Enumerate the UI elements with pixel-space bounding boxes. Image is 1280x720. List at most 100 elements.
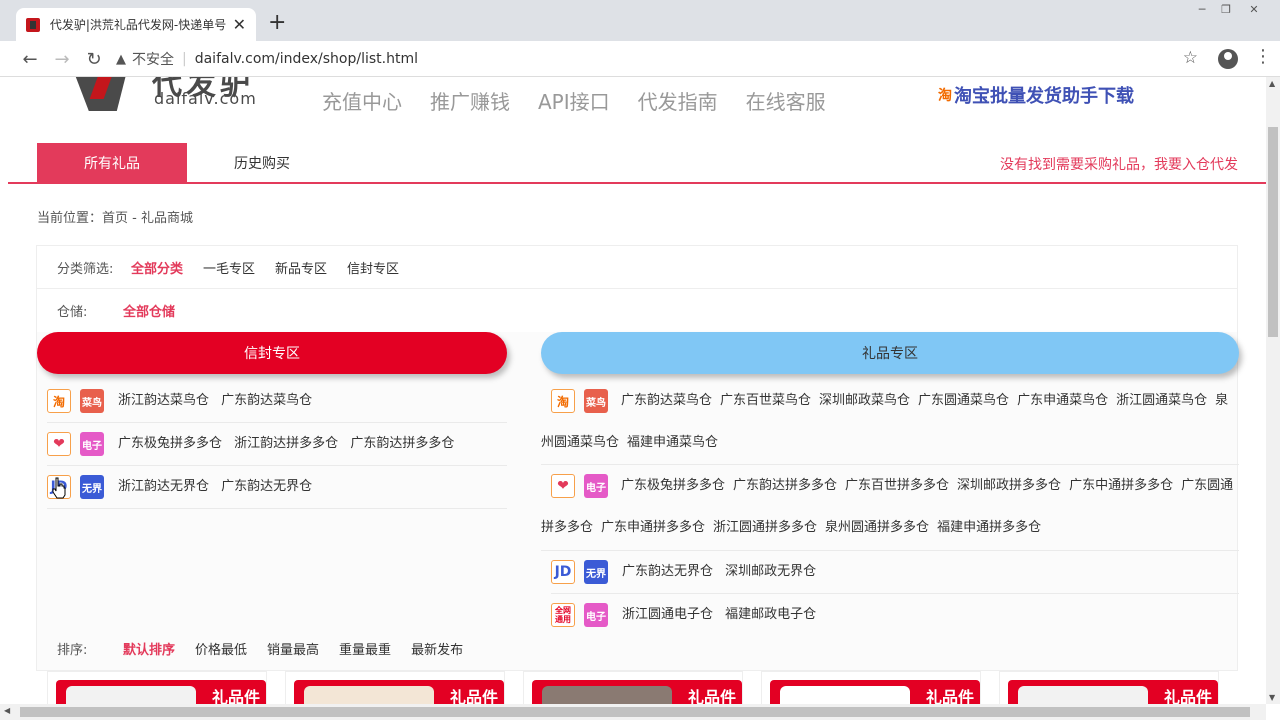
tab-title: 代发驴|洪荒礼品代发网-快递单号 [49,18,227,32]
url-text[interactable]: daifalv.com/index/shop/list.html [195,51,418,67]
sort-label: 排序: [57,643,88,658]
warehouse-name[interactable]: 福建申通拼多多仓 [937,520,1041,535]
sort-weight[interactable]: 重量最重 [339,639,391,658]
new-tab-icon[interactable]: + [268,12,286,34]
warehouse-name[interactable]: 浙江圆通电子仓 [622,607,713,622]
bookmark-star-icon[interactable]: ☆ [1183,48,1198,68]
restore-icon[interactable]: ❐ [1212,0,1240,18]
sort-price[interactable]: 价格最低 [195,639,247,658]
envelope-row-jd[interactable]: JD 无界 浙江韵达无界仓 广东韵达无界仓 [47,466,507,509]
hand-cursor-icon [52,477,66,499]
browser-toolbar: ← → ↻ ▲ 不安全 | daifalv.com/index/shop/lis… [0,41,1280,77]
warehouse-name[interactable]: 浙江韵达菜鸟仓 [118,393,209,408]
tab-close-icon[interactable]: ✕ [233,16,246,33]
envelope-zone-button[interactable]: 信封专区 [37,332,507,374]
category-penny[interactable]: 一毛专区 [203,258,255,277]
browser-menu-icon[interactable]: ⋮ [1254,48,1272,66]
product-tag: 礼品件 [1163,688,1212,704]
warehouse-name[interactable]: 浙江圆通拼多多仓 [713,520,817,535]
nav-api[interactable]: API接口 [538,86,610,115]
download-helper-link[interactable]: 淘 淘宝批量发货助手下载 [938,82,1134,108]
warehouse-name[interactable]: 广东申通拼多多仓 [601,520,705,535]
storage-all[interactable]: 全部仓储 [123,301,175,320]
product-tag: 礼品件 [211,688,260,704]
category-all[interactable]: 全部分类 [131,258,183,277]
account-avatar-icon[interactable] [1218,49,1238,69]
warehouse-name[interactable]: 泉州圆通拼多多仓 [825,520,929,535]
product-card[interactable]: 礼品件 [47,671,267,704]
warehouse-name[interactable]: 广东百世拼多多仓 [845,478,949,493]
insecure-label[interactable]: 不安全 [132,49,174,69]
gift-row-electronic[interactable]: 全网通用 电子 浙江圆通电子仓 福建邮政电子仓 [551,594,1239,637]
warehouse-name[interactable]: 浙江韵达拼多多仓 [234,436,338,451]
site-logo[interactable]: 代发驴 daifalv.com [70,77,270,117]
request-warehouse-link[interactable]: 没有找到需要采购礼品，我要入仓代发 [1000,154,1238,174]
warehouse-name[interactable]: 广东申通菜鸟仓 [1017,393,1108,408]
forward-icon[interactable]: → [50,48,74,70]
warehouse-name[interactable]: 福建邮政电子仓 [725,607,816,622]
warehouse-name[interactable]: 广东韵达拼多多仓 [350,436,454,451]
sort-options: 排序: 默认排序 价格最低 销量最高 重量最重 最新发布 [57,639,483,658]
warehouse-name[interactable]: 浙江韵达无界仓 [118,479,209,494]
warehouse-name[interactable]: 广东圆通菜鸟仓 [918,393,1009,408]
address-bar[interactable]: ▲ 不安全 | daifalv.com/index/shop/list.html… [116,45,1206,73]
browser-tab[interactable]: 代发驴|洪荒礼品代发网-快递单号 ✕ [16,8,256,41]
warehouse-name[interactable]: 浙江圆通菜鸟仓 [1116,393,1207,408]
sort-sales[interactable]: 销量最高 [267,639,319,658]
warehouse-name[interactable]: 深圳邮政菜鸟仓 [819,393,910,408]
vertical-scrollbar[interactable]: ▲ ▼ [1266,77,1280,704]
gift-zone-button[interactable]: 礼品专区 [541,332,1239,374]
gift-row-cainiao[interactable]: 广东韵达菜鸟仓 广东百世菜鸟仓 深圳邮政菜鸟仓 广东圆通菜鸟仓 广东申通菜鸟仓 浙江圆通菜… [541,380,1239,465]
vertical-scroll-thumb[interactable] [1268,127,1278,337]
warehouse-name[interactable]: 广东极兔拼多多仓 [621,478,725,493]
gift-row-jd[interactable]: JD 无界 广东韵达无界仓 深圳邮政无界仓 [551,551,1239,594]
tab-all-gifts[interactable]: 所有礼品 [37,143,187,182]
taobao-icon: 淘 [47,389,71,413]
product-tag: 礼品件 [449,688,498,704]
warehouse-name[interactable]: 深圳邮政拼多多仓 [957,478,1061,493]
back-icon[interactable]: ← [18,48,42,70]
gift-row-pdd[interactable]: 广东极兔拼多多仓 广东韵达拼多多仓 广东百世拼多多仓 深圳邮政拼多多仓 广东中通拼多多仓… [541,465,1239,551]
warehouse-name[interactable]: 深圳邮政无界仓 [725,564,816,579]
horizontal-scroll-thumb[interactable] [20,707,1250,717]
warehouse-name[interactable]: 广东韵达无界仓 [221,479,312,494]
warning-icon[interactable]: ▲ [116,52,126,67]
product-card[interactable]: 礼品件 [285,671,505,704]
product-card[interactable]: 礼品件 [999,671,1219,704]
warehouse-name[interactable]: 广东中通拼多多仓 [1069,478,1173,493]
cainiao-icon: 菜鸟 [584,389,608,413]
category-envelope[interactable]: 信封专区 [347,258,399,277]
sort-default[interactable]: 默认排序 [123,639,175,658]
download-helper-label: 淘宝批量发货助手下载 [954,86,1134,107]
sort-newest[interactable]: 最新发布 [411,639,463,658]
warehouse-name[interactable]: 广东韵达菜鸟仓 [221,393,312,408]
product-card[interactable]: 礼品件 [523,671,743,704]
product-image: 礼品件 [1008,680,1218,704]
warehouse-name[interactable]: 广东韵达拼多多仓 [733,478,837,493]
nav-recharge[interactable]: 充值中心 [322,86,402,115]
tab-purchase-history[interactable]: 历史购买 [187,143,337,182]
warehouse-name[interactable]: 广东百世菜鸟仓 [720,393,811,408]
nav-guide[interactable]: 代发指南 [638,86,718,115]
reload-icon[interactable]: ↻ [82,48,106,70]
nav-support[interactable]: 在线客服 [746,86,826,115]
envelope-row-cainiao[interactable]: 淘 菜鸟 浙江韵达菜鸟仓 广东韵达菜鸟仓 [47,380,507,423]
category-new[interactable]: 新品专区 [275,258,327,277]
envelope-row-pdd[interactable]: ❤ 电子 广东极兔拼多多仓 浙江韵达拼多多仓 广东韵达拼多多仓 [47,423,507,466]
horizontal-scrollbar[interactable]: ◀ [0,704,1266,720]
warehouse-name[interactable]: 广东极兔拼多多仓 [118,436,222,451]
warehouse-name[interactable]: 广东韵达无界仓 [622,564,713,579]
scroll-left-icon[interactable]: ◀ [4,706,10,715]
category-filter-label: 分类筛选: [57,261,114,277]
product-card[interactable]: 礼品件 [761,671,981,704]
warehouse-name[interactable]: 广东韵达菜鸟仓 [621,393,712,408]
product-image: 礼品件 [532,680,742,704]
scroll-up-icon[interactable]: ▲ [1269,79,1275,88]
warehouse-name[interactable]: 福建申通菜鸟仓 [627,435,718,450]
dianzi-icon: 电子 [80,432,104,456]
page-viewport: 代发驴 daifalv.com 充值中心 推广赚钱 API接口 代发指南 在线客… [0,77,1266,704]
window-close-icon[interactable]: ✕ [1240,0,1268,18]
nav-promote[interactable]: 推广赚钱 [430,86,510,115]
scroll-down-icon[interactable]: ▼ [1269,693,1275,702]
dianzi-icon: 电子 [584,603,608,627]
